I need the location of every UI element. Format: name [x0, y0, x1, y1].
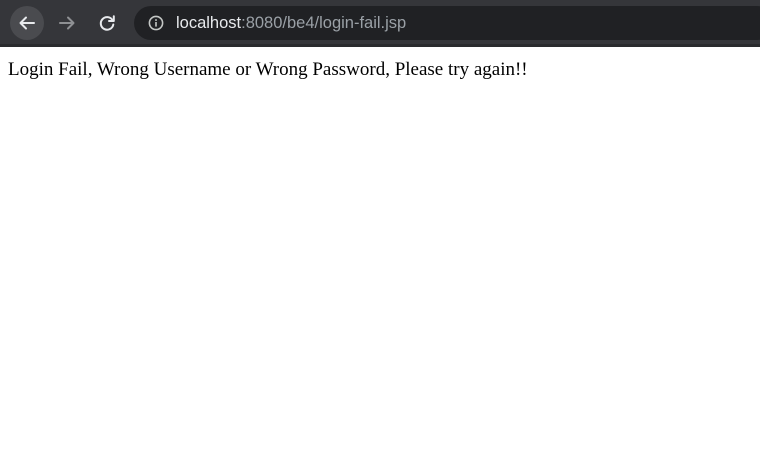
reload-button[interactable] — [90, 6, 124, 40]
address-bar[interactable]: localhost:8080/be4/login-fail.jsp — [134, 6, 760, 40]
back-button[interactable] — [10, 6, 44, 40]
browser-toolbar: localhost:8080/be4/login-fail.jsp — [0, 0, 760, 47]
url-host: localhost — [176, 14, 242, 32]
forward-button[interactable] — [50, 6, 84, 40]
arrow-right-icon — [59, 16, 75, 30]
url-path: :8080/be4/login-fail.jsp — [241, 14, 407, 32]
arrow-left-icon — [19, 16, 35, 30]
info-circle-icon[interactable] — [148, 15, 164, 31]
login-fail-message: Login Fail, Wrong Username or Wrong Pass… — [8, 59, 528, 80]
url-text[interactable]: localhost:8080/be4/login-fail.jsp — [176, 6, 406, 40]
page-content: Login Fail, Wrong Username or Wrong Pass… — [0, 47, 760, 461]
reload-icon — [99, 15, 115, 31]
